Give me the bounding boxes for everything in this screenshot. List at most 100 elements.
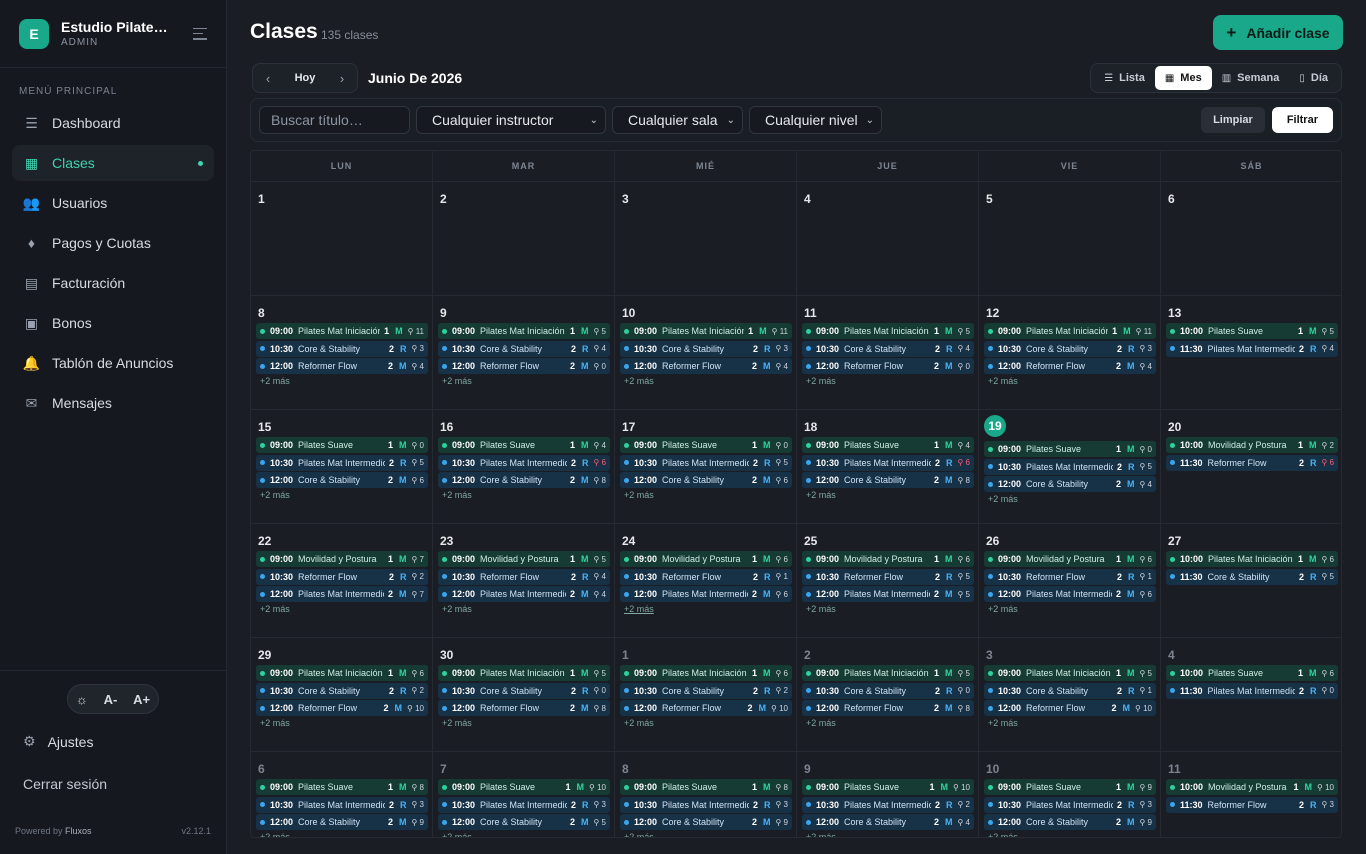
class-event[interactable]: 09:00 Pilates Suave 1 M ⚲ 8 [256,779,428,795]
logout-link[interactable]: Cerrar sesión [23,776,107,792]
class-event[interactable]: 10:30 Core & Stability 2 R ⚲ 2 [256,682,428,699]
day-cell[interactable]: 1 [251,182,433,296]
day-cell[interactable]: 9 09:00 Pilates Suave 1 M ⚲ 10 10:30 Pilates Ma… [797,752,979,837]
class-event[interactable]: 11:30 Pilates Mat Intermedio 2 R ⚲ 0 [1166,682,1338,699]
class-event[interactable]: 10:30 Core & Stability 2 R ⚲ 4 [802,340,974,357]
view-day-button[interactable]: ▯ Día [1289,66,1338,90]
day-cell[interactable]: 13 10:00 Pilates Suave 1 M ⚲ 5 11:30 Pilates Ma… [1161,296,1341,410]
level-select[interactable]: Cualquier nivel ⌄ [749,106,882,134]
day-cell[interactable]: 30 09:00 Pilates Mat Iniciación 1 M ⚲ 5 10:30 C… [433,638,615,752]
class-event[interactable]: 09:00 Pilates Mat Iniciación 1 M ⚲ 5 [984,665,1156,681]
class-event[interactable]: 12:00 Core & Stability 2 M ⚲ 6 [620,472,792,488]
class-event[interactable]: 12:00 Core & Stability 2 M ⚲ 9 [620,814,792,830]
class-event[interactable]: 10:30 Reformer Flow 2 R ⚲ 1 [620,568,792,585]
class-event[interactable]: 12:00 Core & Stability 2 M ⚲ 4 [802,814,974,830]
class-event[interactable]: 10:30 Core & Stability 2 R ⚲ 1 [984,682,1156,699]
sidebar-item-bonos[interactable]: ▣ Bonos [12,305,214,341]
class-event[interactable]: 12:00 Pilates Mat Intermedio 2 M ⚲ 6 [984,586,1156,602]
class-event[interactable]: 11:30 Reformer Flow 2 R ⚲ 6 [1166,454,1338,471]
day-cell[interactable]: 11 09:00 Pilates Mat Iniciación 1 M ⚲ 5 10:30 C… [797,296,979,410]
class-event[interactable]: 12:00 Reformer Flow 2 M ⚲ 10 [984,700,1156,716]
class-event[interactable]: 09:00 Movilidad y Postura 1 M ⚲ 6 [984,551,1156,567]
more-events-link[interactable]: +2 más [256,604,428,614]
class-event[interactable]: 09:00 Pilates Suave 1 M ⚲ 10 [802,779,974,795]
prev-month-icon[interactable]: ‹ [253,71,283,86]
add-class-button[interactable]: + Añadir clase [1213,15,1343,50]
class-event[interactable]: 10:30 Core & Stability 2 R ⚲ 3 [620,340,792,357]
more-events-link[interactable]: +2 más [802,604,974,614]
class-event[interactable]: 10:30 Pilates Mat Intermedio 2 R ⚲ 3 [620,796,792,813]
class-event[interactable]: 09:00 Pilates Mat Iniciación 1 M ⚲ 11 [256,323,428,339]
day-cell[interactable]: 15 09:00 Pilates Suave 1 M ⚲ 0 10:30 Pilates Ma… [251,410,433,524]
settings-link[interactable]: ⚙ Ajustes [23,733,93,750]
class-event[interactable]: 10:30 Reformer Flow 2 R ⚲ 4 [438,568,610,585]
more-events-link[interactable]: +2 más [256,376,428,386]
class-event[interactable]: 12:00 Pilates Mat Intermedio 2 M ⚲ 4 [438,586,610,602]
class-event[interactable]: 12:00 Pilates Mat Intermedio 2 M ⚲ 7 [256,586,428,602]
class-event[interactable]: 09:00 Movilidad y Postura 1 M ⚲ 6 [620,551,792,567]
class-event[interactable]: 09:00 Pilates Mat Iniciación 1 M ⚲ 5 [802,665,974,681]
class-event[interactable]: 10:30 Pilates Mat Intermedio 2 R ⚲ 3 [438,796,610,813]
class-event[interactable]: 10:00 Pilates Mat Iniciación 1 M ⚲ 6 [1166,551,1338,567]
class-event[interactable]: 09:00 Pilates Mat Iniciación 1 M ⚲ 5 [438,323,610,339]
more-events-link[interactable]: +2 más [620,376,792,386]
instructor-select[interactable]: Cualquier instructor ⌄ [416,106,606,134]
class-event[interactable]: 12:00 Reformer Flow 2 M ⚲ 4 [620,358,792,374]
class-event[interactable]: 12:00 Reformer Flow 2 M ⚲ 8 [438,700,610,716]
collapse-sidebar-icon[interactable] [193,27,207,40]
more-events-link[interactable]: +2 más [438,832,610,837]
font-increase-button[interactable]: A+ [133,692,150,707]
font-decrease-button[interactable]: A- [104,692,118,707]
class-event[interactable]: 12:00 Reformer Flow 2 M ⚲ 4 [256,358,428,374]
class-event[interactable]: 11:30 Pilates Mat Intermedio 2 R ⚲ 4 [1166,340,1338,357]
day-cell[interactable]: 1 09:00 Pilates Mat Iniciación 1 M ⚲ 6 10:30 Co… [615,638,797,752]
class-event[interactable]: 10:30 Pilates Mat Intermedio 2 R ⚲ 3 [984,796,1156,813]
more-events-link[interactable]: +2 más [438,718,610,728]
class-event[interactable]: 09:00 Pilates Mat Iniciación 1 M ⚲ 5 [802,323,974,339]
class-event[interactable]: 09:00 Movilidad y Postura 1 M ⚲ 5 [438,551,610,567]
class-event[interactable]: 10:00 Pilates Suave 1 M ⚲ 5 [1166,323,1338,339]
class-event[interactable]: 12:00 Core & Stability 2 M ⚲ 9 [256,814,428,830]
day-cell[interactable]: 9 09:00 Pilates Mat Iniciación 1 M ⚲ 5 10:30 Co… [433,296,615,410]
day-cell[interactable]: 24 09:00 Movilidad y Postura 1 M ⚲ 6 10:30 Refo… [615,524,797,638]
class-event[interactable]: 10:30 Pilates Mat Intermedio 2 R ⚲ 5 [984,458,1156,475]
sidebar-item-pagos-y-cuotas[interactable]: ♦ Pagos y Cuotas [12,225,214,261]
class-event[interactable]: 09:00 Pilates Suave 1 M ⚲ 4 [438,437,610,453]
day-cell[interactable]: 6 [1161,182,1341,296]
more-events-link[interactable]: +2 más [802,490,974,500]
more-events-link[interactable]: +2 más [984,604,1156,614]
today-button[interactable]: Hoy [283,72,327,84]
day-cell[interactable]: 4 10:00 Pilates Suave 1 M ⚲ 6 11:30 Pilates Mat… [1161,638,1341,752]
class-event[interactable]: 10:00 Pilates Suave 1 M ⚲ 6 [1166,665,1338,681]
day-cell[interactable]: 27 10:00 Pilates Mat Iniciación 1 M ⚲ 6 11:30 C… [1161,524,1341,638]
day-cell[interactable]: 20 10:00 Movilidad y Postura 1 M ⚲ 2 11:30 Refo… [1161,410,1341,524]
sidebar-item-mensajes[interactable]: ✉ Mensajes [12,385,214,421]
class-event[interactable]: 09:00 Pilates Suave 1 M ⚲ 4 [802,437,974,453]
more-events-link[interactable]: +2 más [256,832,428,837]
day-cell[interactable]: 12 09:00 Pilates Mat Iniciación 1 M ⚲ 11 10:30… [979,296,1161,410]
day-cell[interactable]: 26 09:00 Movilidad y Postura 1 M ⚲ 6 10:30 Refo… [979,524,1161,638]
day-cell[interactable]: 7 09:00 Pilates Suave 1 M ⚲ 10 10:30 Pilates Ma… [433,752,615,837]
class-event[interactable]: 10:30 Pilates Mat Intermedio 2 R ⚲ 6 [438,454,610,471]
class-event[interactable]: 11:30 Core & Stability 2 R ⚲ 5 [1166,568,1338,585]
class-event[interactable]: 10:30 Core & Stability 2 R ⚲ 0 [802,682,974,699]
class-event[interactable]: 09:00 Pilates Suave 1 M ⚲ 8 [620,779,792,795]
class-event[interactable]: 09:00 Pilates Suave 1 M ⚲ 9 [984,779,1156,795]
class-event[interactable]: 10:00 Movilidad y Postura 1 M ⚲ 2 [1166,437,1338,453]
class-event[interactable]: 10:00 Movilidad y Postura 1 M ⚲ 10 [1166,779,1338,795]
class-event[interactable]: 09:00 Pilates Suave 1 M ⚲ 0 [620,437,792,453]
day-cell[interactable]: 19 09:00 Pilates Suave 1 M ⚲ 0 10:30 Pilates Ma… [979,410,1161,524]
class-event[interactable]: 12:00 Reformer Flow 2 M ⚲ 4 [984,358,1156,374]
more-events-link[interactable]: +2 más [802,718,974,728]
day-cell[interactable]: 17 09:00 Pilates Suave 1 M ⚲ 0 10:30 Pilates Ma… [615,410,797,524]
day-cell[interactable]: 22 09:00 Movilidad y Postura 1 M ⚲ 7 10:30 Refo… [251,524,433,638]
class-event[interactable]: 12:00 Pilates Mat Intermedio 2 M ⚲ 6 [620,586,792,602]
class-event[interactable]: 09:00 Pilates Mat Iniciación 1 M ⚲ 11 [984,323,1156,339]
class-event[interactable]: 11:30 Reformer Flow 2 R ⚲ 3 [1166,796,1338,813]
class-event[interactable]: 12:00 Core & Stability 2 M ⚲ 9 [984,814,1156,830]
sidebar-item-tablón-de-anuncios[interactable]: 🔔 Tablón de Anuncios [12,345,214,381]
class-event[interactable]: 10:30 Pilates Mat Intermedio 2 R ⚲ 5 [256,454,428,471]
day-cell[interactable]: 2 09:00 Pilates Mat Iniciación 1 M ⚲ 5 10:30 Co… [797,638,979,752]
more-events-link[interactable]: +2 más [620,832,792,837]
class-event[interactable]: 09:00 Pilates Suave 1 M ⚲ 0 [256,437,428,453]
